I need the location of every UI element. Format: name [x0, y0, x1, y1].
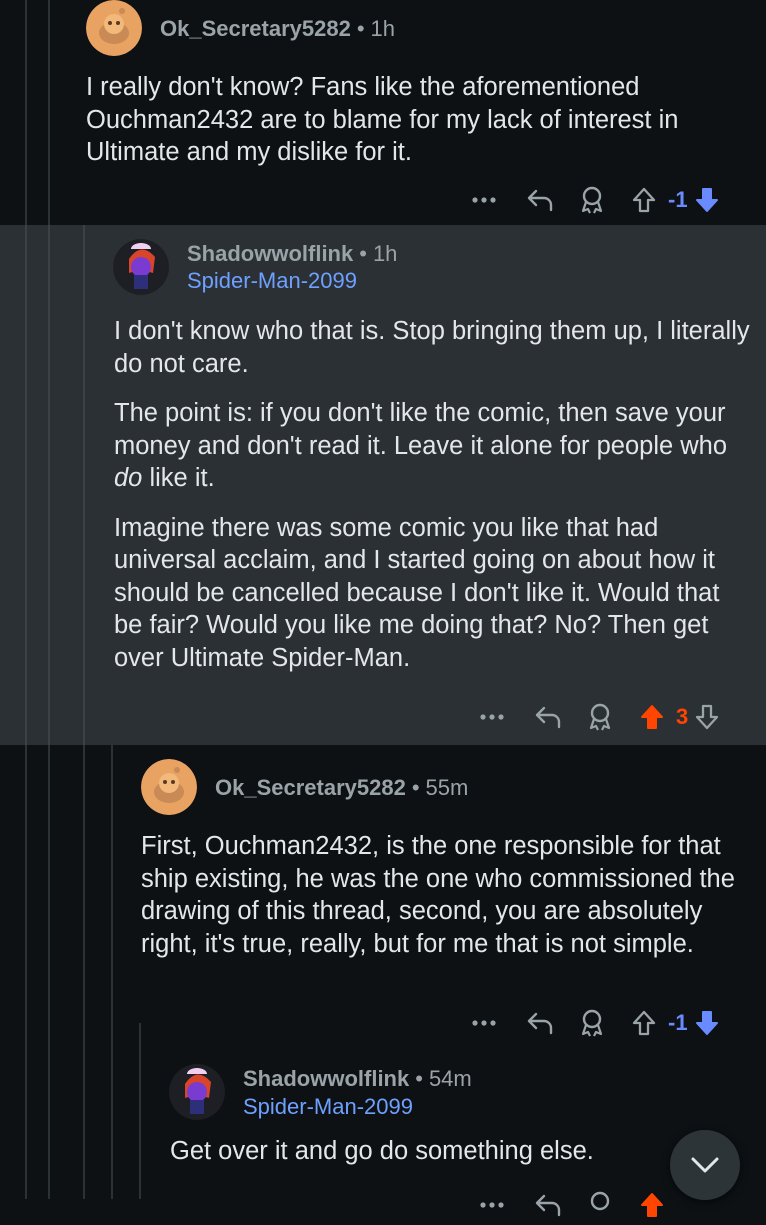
thread-line — [25, 745, 27, 1045]
comment-1: Ok_Secretary5282 • 1h I really don't know?… — [0, 0, 766, 225]
thread-line — [48, 0, 50, 225]
thread-line — [111, 745, 113, 1045]
comment-text: I really don't know? Fans like the afore… — [86, 73, 679, 166]
avatar[interactable] — [141, 759, 197, 815]
thread-line — [83, 745, 85, 1045]
text-run: The point is: if you don't like the comi… — [114, 399, 728, 460]
thread-line — [48, 745, 50, 1045]
more-icon[interactable] — [478, 1185, 506, 1225]
avatar[interactable] — [113, 239, 169, 295]
comment-2: Shadowwolflink • 1h Spider-Man-2099 I don'… — [0, 225, 766, 745]
award-icon[interactable] — [576, 1185, 624, 1225]
timestamp: 1h — [372, 241, 398, 266]
comment-meta: Ok_Secretary5282 • 55m — [215, 775, 468, 801]
comment-text: The point is: if you don't like the comi… — [114, 397, 754, 495]
comment-text: Imagine there was some comic you like th… — [114, 513, 720, 672]
award-icon[interactable] — [568, 1003, 616, 1043]
timestamp: 1h — [370, 16, 396, 41]
thread-line — [25, 225, 27, 745]
comment-3: Ok_Secretary5282 • 55m First, Ouchman2432,… — [0, 745, 766, 1045]
timestamp: 54m — [428, 1066, 472, 1091]
comment-text: I don't know who that is. Stop bringing … — [114, 317, 750, 378]
thread-line — [48, 1045, 50, 1199]
reply-icon[interactable] — [512, 180, 568, 220]
vote-score: -1 — [668, 187, 688, 212]
comment-actions: -1 — [470, 1003, 722, 1043]
thread-line — [139, 1023, 141, 1199]
text-run: like it. — [149, 464, 215, 492]
avatar[interactable] — [86, 0, 142, 56]
reply-icon[interactable] — [520, 697, 576, 737]
avatar[interactable] — [169, 1064, 225, 1120]
thread-line — [25, 0, 27, 225]
comment-4: Shadowwolflink • 54m Spider-Man-2099 Get o… — [0, 1023, 766, 1217]
scroll-down-button[interactable] — [670, 1130, 740, 1200]
comment-actions: 3 — [478, 697, 722, 737]
comment-text: First, Ouchman2432, is the one responsib… — [141, 832, 735, 958]
comment-actions — [478, 1185, 672, 1225]
award-icon[interactable] — [576, 697, 624, 737]
username[interactable]: Shadowwolflink — [187, 241, 353, 266]
comment-body: Get over it and go do something else. — [170, 1135, 750, 1185]
comment-text: Get over it and go do something else. — [170, 1137, 594, 1165]
comment-body: First, Ouchman2432, is the one responsib… — [141, 830, 741, 977]
comment-body: I don't know who that is. Stop bringing … — [114, 315, 754, 691]
upvote-icon[interactable] — [624, 180, 664, 220]
separator-dot: • — [356, 16, 365, 41]
vote-score: 3 — [676, 704, 689, 729]
username[interactable]: Ok_Secretary5282 — [160, 16, 351, 41]
reply-icon[interactable] — [512, 1003, 568, 1043]
upvote-icon[interactable] — [632, 1185, 672, 1225]
thread-line — [48, 225, 50, 745]
comment-meta: Shadowwolflink • 54m — [243, 1066, 472, 1092]
username[interactable]: Shadowwolflink — [243, 1066, 409, 1091]
downvote-icon[interactable] — [692, 697, 722, 737]
more-icon[interactable] — [470, 180, 498, 220]
thread-line — [111, 1045, 113, 1199]
comment-body: I really don't know? Fans like the afore… — [86, 71, 756, 186]
upvote-icon[interactable] — [632, 697, 672, 737]
award-icon[interactable] — [568, 180, 616, 220]
separator-dot: • — [359, 241, 367, 266]
thread-line — [25, 1045, 27, 1199]
separator-dot: • — [411, 775, 420, 800]
thread-line — [83, 1045, 85, 1199]
chevron-down-icon — [689, 1155, 721, 1175]
separator-dot: • — [415, 1066, 423, 1091]
reply-icon[interactable] — [520, 1185, 576, 1225]
more-icon[interactable] — [470, 1003, 498, 1043]
emphasis: do — [114, 464, 143, 492]
comment-actions: -1 — [470, 180, 722, 220]
upvote-icon[interactable] — [624, 1003, 664, 1043]
timestamp: 55m — [425, 775, 469, 800]
thread-line — [83, 225, 85, 745]
vote-score: -1 — [668, 1010, 688, 1035]
more-icon[interactable] — [478, 697, 506, 737]
comment-meta: Shadowwolflink • 1h — [187, 241, 397, 267]
username[interactable]: Ok_Secretary5282 — [215, 775, 406, 800]
comment-meta: Ok_Secretary5282 • 1h — [160, 16, 395, 42]
user-flair: Spider-Man-2099 — [243, 1094, 413, 1119]
downvote-icon[interactable] — [692, 1003, 722, 1043]
downvote-icon[interactable] — [692, 180, 722, 220]
user-flair: Spider-Man-2099 — [187, 268, 357, 293]
